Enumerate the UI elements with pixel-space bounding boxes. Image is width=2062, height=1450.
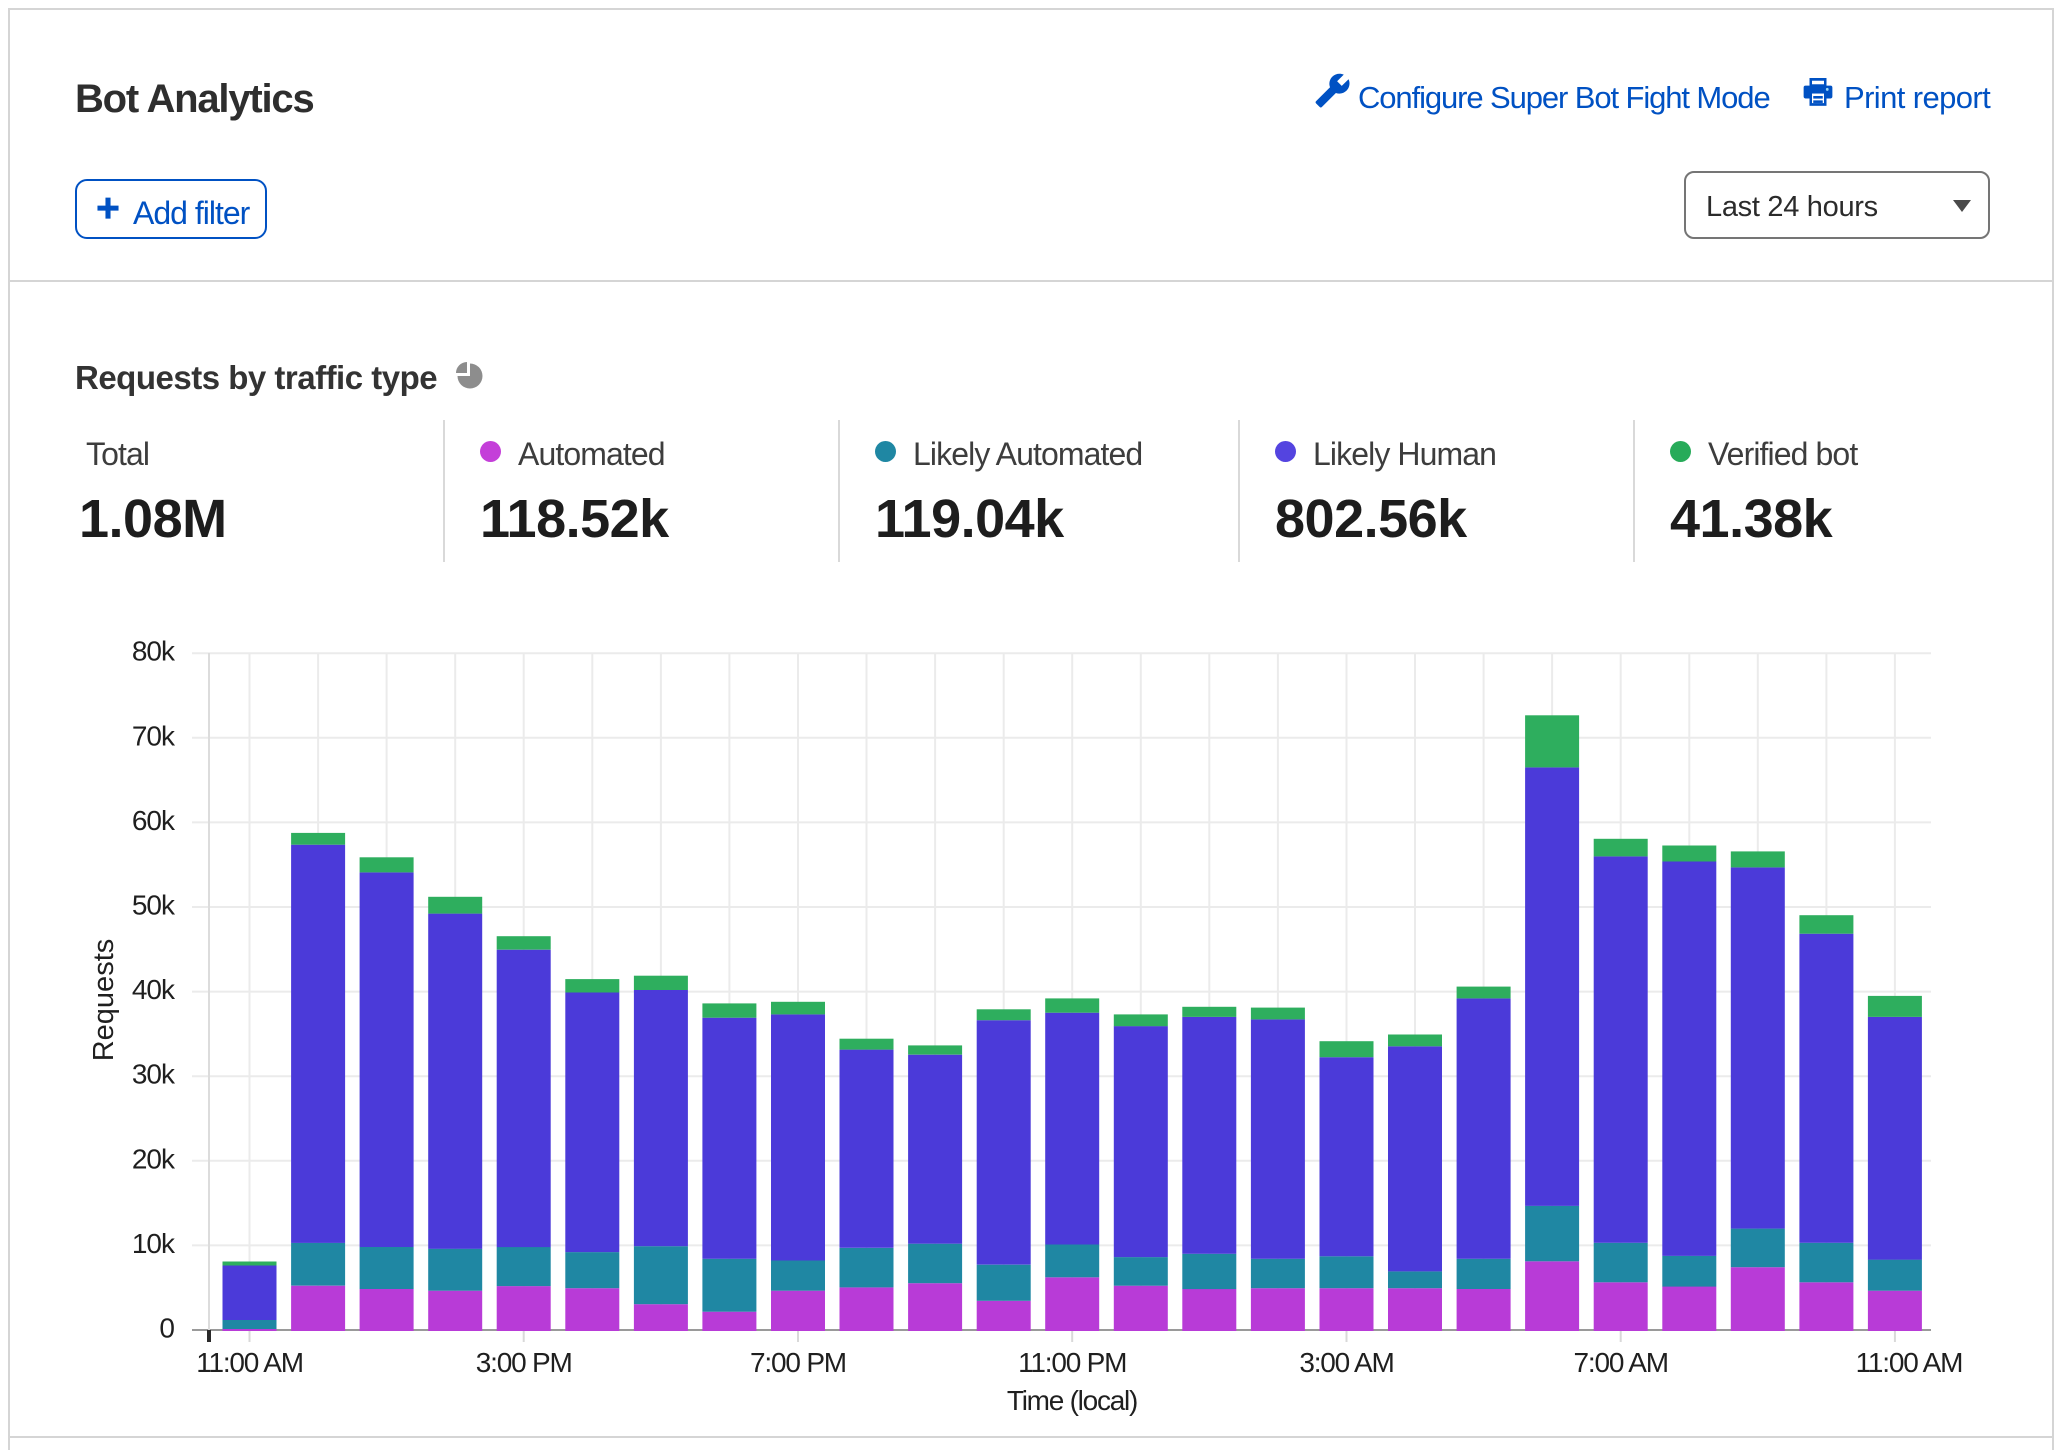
svg-text:Time (local): Time (local) xyxy=(1007,1385,1137,1416)
svg-text:7:00 PM: 7:00 PM xyxy=(750,1347,846,1378)
svg-text:10k: 10k xyxy=(132,1228,176,1259)
svg-text:11:00 PM: 11:00 PM xyxy=(1018,1347,1126,1378)
svg-text:80k: 80k xyxy=(132,636,176,667)
svg-text:30k: 30k xyxy=(132,1059,176,1090)
svg-text:Requests: Requests xyxy=(88,939,120,1062)
svg-text:11:00 AM: 11:00 AM xyxy=(196,1347,303,1378)
svg-text:50k: 50k xyxy=(132,890,176,921)
svg-text:40k: 40k xyxy=(132,974,176,1005)
svg-text:60k: 60k xyxy=(132,805,176,836)
svg-text:3:00 AM: 3:00 AM xyxy=(1299,1347,1393,1378)
svg-text:7:00 AM: 7:00 AM xyxy=(1574,1347,1668,1378)
svg-text:70k: 70k xyxy=(132,720,176,751)
svg-text:3:00 PM: 3:00 PM xyxy=(476,1347,572,1378)
svg-text:20k: 20k xyxy=(132,1143,176,1174)
svg-text:11:00 AM: 11:00 AM xyxy=(1856,1347,1963,1378)
svg-text:0: 0 xyxy=(159,1313,174,1344)
